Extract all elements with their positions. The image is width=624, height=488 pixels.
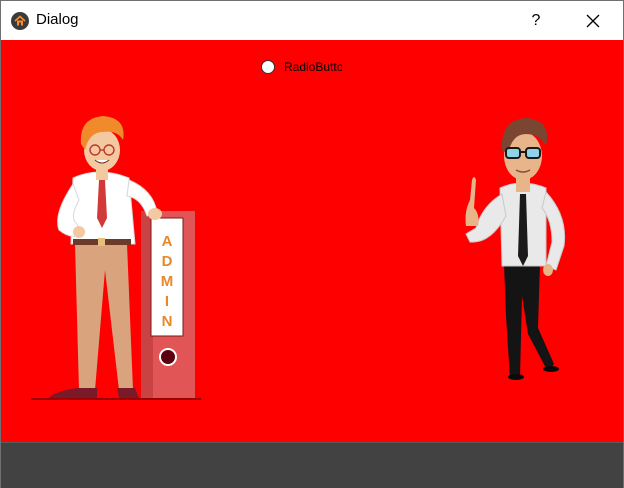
- radio-label: RadioButton: [284, 60, 342, 74]
- folder-label: A D M I N: [161, 233, 174, 330]
- dialog-content: RadioButton A D M I N: [1, 40, 623, 442]
- close-button[interactable]: [567, 1, 619, 40]
- radio-indicator[interactable]: [261, 60, 275, 74]
- folder-letter: D: [162, 253, 173, 270]
- folder-letter: N: [162, 313, 173, 330]
- home-icon: [11, 12, 29, 30]
- admin-illustration: A D M I N: [31, 116, 201, 400]
- dialog-window: Dialog ? RadioButton A D M I N: [0, 0, 624, 488]
- dialog-footer: [1, 442, 623, 488]
- folder-letter: M: [161, 273, 174, 290]
- window-title: Dialog: [36, 11, 79, 28]
- radio-button[interactable]: RadioButton: [261, 60, 342, 74]
- folder-letter: A: [162, 233, 173, 250]
- man-pointing-illustration: [465, 118, 566, 380]
- folder-letter: I: [165, 293, 169, 310]
- close-icon: [586, 14, 600, 27]
- help-button[interactable]: ?: [513, 1, 559, 40]
- title-bar: Dialog ?: [1, 1, 623, 40]
